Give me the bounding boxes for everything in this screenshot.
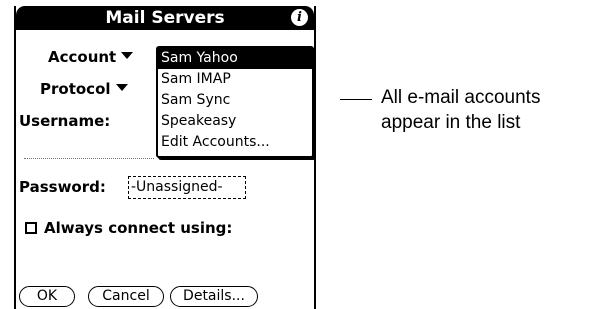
callout-line-1: All e-mail accounts bbox=[381, 87, 541, 108]
callout-text: All e-mail accounts appear in the list bbox=[381, 85, 540, 135]
always-connect-label: Always connect using: bbox=[44, 219, 233, 237]
callout-line-2: appear in the list bbox=[381, 112, 521, 133]
list-item[interactable]: Sam Yahoo bbox=[158, 48, 312, 69]
list-item[interactable]: Sam IMAP bbox=[158, 69, 312, 90]
password-field[interactable]: -Unassigned- bbox=[128, 176, 246, 199]
chevron-down-icon bbox=[121, 52, 134, 59]
chevron-down-icon bbox=[115, 84, 128, 91]
username-label: Username: bbox=[19, 112, 111, 130]
ok-button[interactable]: OK bbox=[19, 286, 75, 307]
account-trigger[interactable]: Account bbox=[48, 48, 134, 66]
list-item[interactable]: Speakeasy bbox=[158, 111, 312, 132]
password-label: Password: bbox=[19, 178, 106, 196]
username-field[interactable] bbox=[24, 158, 154, 159]
list-item[interactable]: Edit Accounts... bbox=[158, 132, 312, 153]
protocol-label: Protocol bbox=[40, 80, 111, 98]
mail-servers-dialog: Mail Servers i Account Protocol Username… bbox=[14, 6, 316, 309]
details-button[interactable]: Details... bbox=[170, 286, 258, 307]
info-icon[interactable]: i bbox=[291, 9, 308, 26]
title-bar: Mail Servers i bbox=[16, 6, 314, 30]
account-label: Account bbox=[48, 48, 117, 66]
protocol-trigger[interactable]: Protocol bbox=[40, 80, 128, 98]
callout-line bbox=[340, 99, 372, 100]
account-popup-list: Sam Yahoo Sam IMAP Sam Sync Speakeasy Ed… bbox=[156, 46, 314, 158]
list-item[interactable]: Sam Sync bbox=[158, 90, 312, 111]
always-connect-checkbox[interactable] bbox=[25, 222, 37, 234]
dialog-title: Mail Servers bbox=[105, 8, 225, 28]
cancel-button[interactable]: Cancel bbox=[88, 286, 164, 307]
